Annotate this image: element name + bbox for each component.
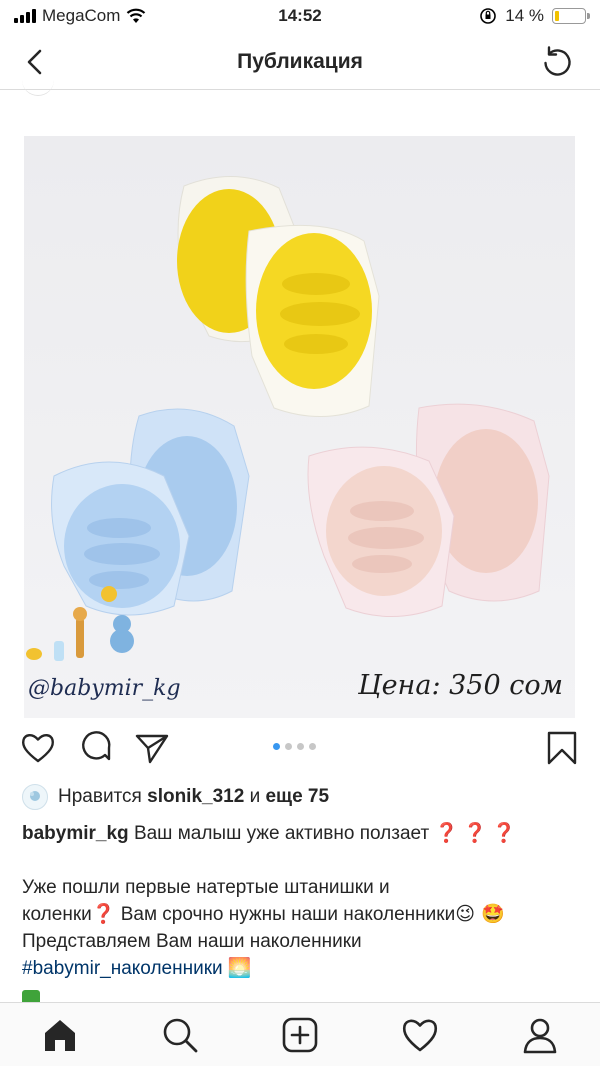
knee-pads-illustration (24, 136, 575, 718)
search-icon[interactable] (160, 1015, 200, 1055)
comment-icon[interactable] (78, 730, 114, 766)
caption-line1: Ваш малыш уже активно ползает (133, 823, 430, 844)
likes-prefix: Нравится (58, 786, 142, 807)
question-mark: ❓ (91, 904, 116, 925)
post-image[interactable]: @babymir_kg Цена: 350 сом (24, 136, 575, 718)
profile-icon[interactable] (520, 1015, 560, 1055)
battery-fill (555, 11, 559, 21)
activity-heart-icon[interactable] (400, 1015, 440, 1055)
caption-p2-line1: Уже пошли первые натертые штанишки и (22, 877, 390, 898)
orientation-lock-icon (480, 8, 497, 24)
liker-username[interactable]: slonik_312 (147, 786, 244, 807)
nav-bar: Публикация (0, 34, 600, 90)
caption-p2-line2-a: коленки (22, 904, 92, 925)
tab-bar (0, 1002, 600, 1066)
carousel-dot (309, 743, 316, 750)
post-actions (0, 722, 600, 772)
check-emoji-icon (22, 990, 40, 1002)
status-bar: MegaCom 14:52 14 % (0, 0, 600, 34)
liker-avatar (22, 784, 48, 810)
bookmark-icon[interactable] (544, 730, 580, 766)
carousel-dot (297, 743, 304, 750)
refresh-icon[interactable] (538, 42, 576, 80)
likes-rest[interactable]: еще 75 (265, 786, 329, 807)
hashtag-link[interactable]: #babymir_наколенники (22, 958, 223, 979)
author-avatar[interactable] (22, 70, 54, 96)
home-icon[interactable] (40, 1015, 80, 1055)
wink-star-emoji: 😉 🤩 (455, 903, 505, 925)
image-brand-watermark: @babymir_kg (28, 676, 181, 701)
carousel-dot (273, 743, 280, 750)
like-heart-icon[interactable] (20, 730, 56, 766)
image-price-text: Цена: 350 сом (358, 670, 563, 701)
likes-line[interactable]: Нравится slonik_312 и еще 75 (22, 784, 329, 810)
battery-percent: 14 % (505, 6, 544, 25)
question-marks: ❓ ❓ ❓ (434, 823, 516, 844)
caption-cut-line (22, 990, 352, 1002)
battery-group: 14 % (479, 6, 590, 26)
caption-username[interactable]: babymir_kg (22, 823, 129, 844)
add-post-icon[interactable] (280, 1015, 320, 1055)
share-send-icon[interactable] (134, 730, 170, 766)
battery-icon (552, 8, 590, 24)
caption-p2-line3: Представляем Вам наши наколенники (22, 931, 362, 952)
carousel-dot (285, 743, 292, 750)
caption-p2-line2-b: Вам срочно нужны наши наколенники (120, 904, 456, 925)
sunrise-emoji: 🌅 (227, 957, 252, 979)
page-title: Публикация (237, 50, 363, 73)
post-caption: babymir_kg Ваш малыш уже активно ползает… (22, 820, 582, 982)
likes-middle: и (249, 786, 261, 807)
carousel-indicator (273, 743, 316, 750)
